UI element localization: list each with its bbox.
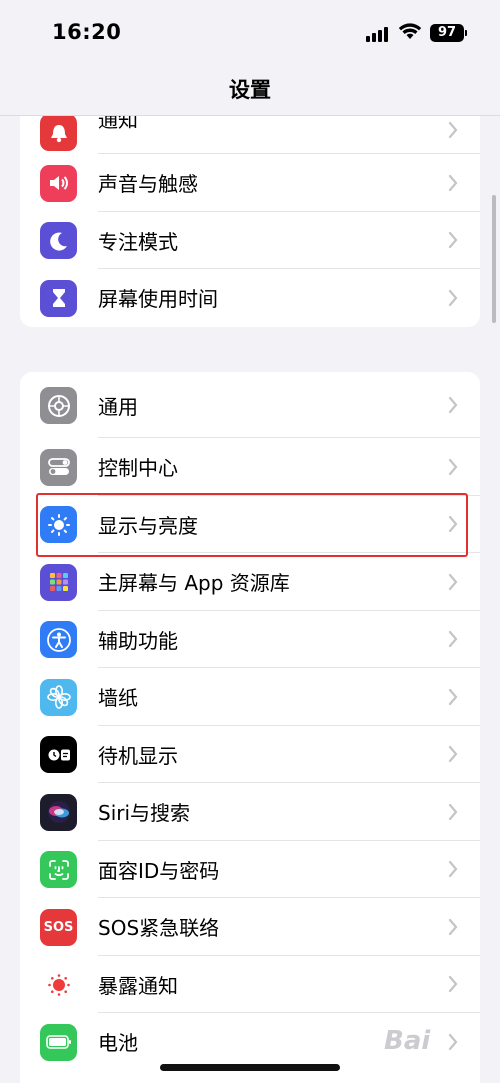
chevron-right-icon (448, 746, 458, 763)
flower-icon (40, 678, 77, 716)
settings-row-standby[interactable]: 待机显示 (20, 726, 480, 783)
chevron-right-icon (448, 976, 458, 993)
settings-row-general[interactable]: 通用 (20, 372, 480, 438)
highlight-box (36, 493, 468, 557)
battery-indicator: 97 (430, 24, 467, 42)
chevron-right-icon (448, 688, 458, 705)
toggles-icon (40, 448, 77, 486)
face-id-icon (40, 851, 77, 889)
chevron-right-icon (448, 803, 458, 820)
gear-icon (40, 387, 77, 424)
settings-row-label: 电池 (98, 1031, 138, 1056)
sos-icon: SOS (40, 908, 77, 946)
home-indicator[interactable] (160, 1064, 340, 1071)
chevron-right-icon (448, 861, 458, 878)
hourglass-icon (40, 279, 77, 317)
settings-row-screen-time[interactable]: 屏幕使用时间 (20, 269, 480, 327)
settings-list[interactable]: 通知 声音与触感 专注模式 屏幕使用时间 通用 控制中心 显示与亮度 主屏幕与 … (0, 116, 500, 1083)
app-grid-icon (40, 563, 77, 601)
settings-row-label: 辅助功能 (98, 628, 178, 653)
settings-row-label: 通用 (98, 394, 138, 419)
settings-row-label: 通知 (98, 116, 138, 132)
watermark-text: Bai (384, 1026, 431, 1056)
accessibility-icon (40, 621, 77, 659)
settings-row-accessibility[interactable]: 辅助功能 (20, 611, 480, 668)
moon-icon (40, 222, 77, 260)
settings-row-sounds[interactable]: 声音与触感 (20, 154, 480, 212)
status-bar: 16:20 97 (0, 0, 500, 62)
settings-row-label: 专注模式 (98, 229, 178, 254)
settings-row-label: 主屏幕与 App 资源库 (98, 571, 290, 596)
settings-row-focus[interactable]: 专注模式 (20, 212, 480, 269)
settings-row-home-screen[interactable]: 主屏幕与 App 资源库 (20, 553, 480, 611)
chevron-right-icon (448, 232, 458, 249)
status-time: 16:20 (52, 20, 122, 44)
scrollbar[interactable] (492, 195, 496, 323)
bell-icon (40, 116, 77, 151)
settings-row-label: Siri与搜索 (98, 801, 191, 826)
chevron-right-icon (448, 1033, 458, 1050)
exposure-icon (40, 966, 77, 1004)
speaker-icon (40, 164, 77, 202)
battery-icon (40, 1023, 77, 1061)
settings-row-control-center[interactable]: 控制中心 (20, 438, 480, 496)
chevron-right-icon (448, 397, 458, 413)
settings-row-label: 屏幕使用时间 (98, 287, 218, 312)
siri-icon (40, 793, 77, 831)
settings-row-face-id[interactable]: 面容ID与密码 (20, 841, 480, 898)
standby-icon (40, 736, 77, 774)
chevron-right-icon (448, 573, 458, 590)
settings-row-siri[interactable]: Siri与搜索 (20, 783, 480, 841)
settings-group-2: 通用 控制中心 显示与亮度 主屏幕与 App 资源库 辅助功能 墙纸 待机显示 … (20, 372, 480, 1083)
page-title: 设置 (229, 78, 271, 102)
settings-row-label: 墙纸 (98, 686, 138, 711)
settings-row-wallpaper[interactable]: 墙纸 (20, 668, 480, 726)
chevron-right-icon (448, 458, 458, 475)
chevron-right-icon (448, 289, 458, 306)
chevron-right-icon (448, 918, 458, 935)
chevron-right-icon (448, 631, 458, 648)
settings-row-label: 控制中心 (98, 456, 178, 481)
settings-row-label: 面容ID与密码 (98, 858, 220, 883)
chevron-right-icon (448, 122, 458, 138)
settings-row-label: 待机显示 (98, 743, 178, 768)
settings-row-exposure-notifications[interactable]: 暴露通知 (20, 956, 480, 1013)
cellular-signal-icon (366, 26, 390, 42)
chevron-right-icon (448, 174, 458, 191)
settings-row-notifications[interactable]: 通知 (20, 116, 480, 154)
settings-row-emergency-sos[interactable]: SOS SOS紧急联络 (20, 898, 480, 956)
settings-row-label: SOS紧急联络 (98, 916, 220, 941)
wifi-icon (398, 23, 422, 39)
settings-group-1: 通知 声音与触感 专注模式 屏幕使用时间 (20, 116, 480, 327)
settings-row-label: 暴露通知 (98, 973, 178, 998)
settings-row-label: 声音与触感 (98, 172, 198, 197)
